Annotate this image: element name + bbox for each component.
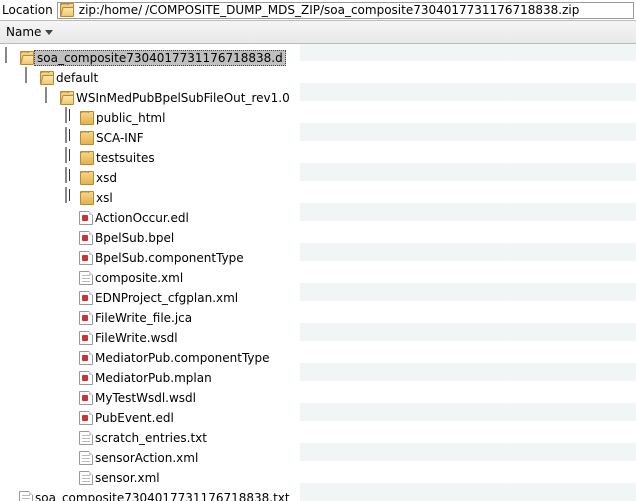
expand-icon[interactable]	[65, 127, 67, 143]
expand-icon[interactable]	[65, 187, 67, 203]
folder-open-icon	[20, 51, 34, 65]
tree-label: soa_composite7304017731176718838.txt	[35, 491, 290, 501]
collapse-icon[interactable]	[25, 67, 27, 83]
file-icon	[79, 251, 93, 265]
tree-label: default	[56, 71, 98, 85]
file-icon	[79, 411, 93, 425]
tree-label: public_html	[96, 111, 165, 125]
tree-label: sensor.xml	[95, 471, 160, 485]
location-path-prefix: zip:/home/	[79, 3, 142, 17]
folder-icon	[80, 111, 94, 125]
tree-label: scratch_entries.txt	[95, 431, 207, 445]
file-icon	[79, 371, 93, 385]
tree-label: xsd	[96, 171, 117, 185]
tree-row-file[interactable]: BpelSub.componentType	[0, 248, 636, 268]
tree-row-file[interactable]: EDNProject_cfgplan.xml	[0, 288, 636, 308]
folder-open-icon	[60, 3, 74, 17]
file-icon	[79, 431, 93, 445]
file-tree[interactable]: soa_composite7304017731176718838.d defau…	[0, 44, 636, 501]
folder-icon	[80, 151, 94, 165]
tree-row-file[interactable]: MediatorPub.mplan	[0, 368, 636, 388]
tree-row-file[interactable]: FileWrite.wsdl	[0, 328, 636, 348]
tree-label: testsuites	[96, 151, 155, 165]
tree-row-file[interactable]: MediatorPub.componentType	[0, 348, 636, 368]
tree-row-folder[interactable]: testsuites	[0, 148, 636, 168]
tree-label: SCA-INF	[96, 131, 144, 145]
tree-label: MediatorPub.mplan	[95, 371, 212, 385]
file-icon	[79, 391, 93, 405]
file-icon	[79, 291, 93, 305]
expand-icon[interactable]	[65, 167, 67, 183]
tree-row-file[interactable]: ActionOccur.edl	[0, 208, 636, 228]
file-icon	[79, 211, 93, 225]
tree-label: FileWrite_file.jca	[95, 311, 192, 325]
tree-label: WSInMedPubBpelSubFileOut_rev1.0	[76, 91, 290, 105]
tree-row-folder[interactable]: public_html	[0, 108, 636, 128]
tree-label: composite.xml	[95, 271, 183, 285]
location-label: Location	[2, 3, 53, 17]
tree-label: xsl	[96, 191, 113, 205]
column-header[interactable]: Name	[0, 20, 636, 44]
tree-row-file[interactable]: scratch_entries.txt	[0, 428, 636, 448]
tree-row-default[interactable]: default	[0, 68, 636, 88]
file-icon	[79, 331, 93, 345]
location-path-suffix: /COMPOSITE_DUMP_MDS_ZIP/soa_composite730…	[145, 3, 579, 17]
folder-icon	[80, 131, 94, 145]
file-icon	[79, 271, 93, 285]
tree-label-root: soa_composite7304017731176718838.d	[34, 50, 286, 66]
tree-row-folder[interactable]: SCA-INF	[0, 128, 636, 148]
folder-open-icon	[60, 91, 74, 105]
file-icon	[79, 311, 93, 325]
tree-row-composite[interactable]: WSInMedPubBpelSubFileOut_rev1.0	[0, 88, 636, 108]
file-icon	[79, 471, 93, 485]
tree-row-file[interactable]: sensor.xml	[0, 468, 636, 488]
file-icon	[79, 231, 93, 245]
tree-label: MyTestWsdl.wsdl	[95, 391, 196, 405]
folder-icon	[80, 171, 94, 185]
tree-row-file[interactable]: composite.xml	[0, 268, 636, 288]
file-icon	[19, 491, 33, 501]
tree-label: BpelSub.componentType	[95, 251, 244, 265]
tree-row-folder[interactable]: xsl	[0, 188, 636, 208]
expand-icon[interactable]	[65, 107, 67, 123]
location-input[interactable]: zip:/home/ /COMPOSITE_DUMP_MDS_ZIP/soa_c…	[57, 2, 634, 19]
tree-row-file[interactable]: PubEvent.edl	[0, 408, 636, 428]
tree-row-root[interactable]: soa_composite7304017731176718838.d	[0, 48, 636, 68]
folder-icon	[80, 191, 94, 205]
column-header-name: Name	[6, 25, 41, 39]
tree-label: FileWrite.wsdl	[95, 331, 178, 345]
tree-row-file[interactable]: BpelSub.bpel	[0, 228, 636, 248]
tree-label: MediatorPub.componentType	[95, 351, 270, 365]
folder-open-icon	[40, 71, 54, 85]
expand-icon[interactable]	[65, 147, 67, 163]
tree-label: EDNProject_cfgplan.xml	[95, 291, 238, 305]
tree-label: sensorAction.xml	[95, 451, 198, 465]
file-icon	[79, 451, 93, 465]
collapse-icon[interactable]	[45, 87, 47, 103]
tree-label: ActionOccur.edl	[95, 211, 189, 225]
tree-row-file[interactable]: MyTestWsdl.wsdl	[0, 388, 636, 408]
tree-label: BpelSub.bpel	[95, 231, 174, 245]
chevron-down-icon	[45, 30, 53, 35]
tree-row-file[interactable]: soa_composite7304017731176718838.txt	[0, 488, 636, 501]
tree-row-file[interactable]: FileWrite_file.jca	[0, 308, 636, 328]
tree-row-file[interactable]: sensorAction.xml	[0, 448, 636, 468]
file-icon	[79, 351, 93, 365]
tree-row-folder[interactable]: xsd	[0, 168, 636, 188]
collapse-icon[interactable]	[5, 47, 7, 63]
tree-label: PubEvent.edl	[95, 411, 174, 425]
